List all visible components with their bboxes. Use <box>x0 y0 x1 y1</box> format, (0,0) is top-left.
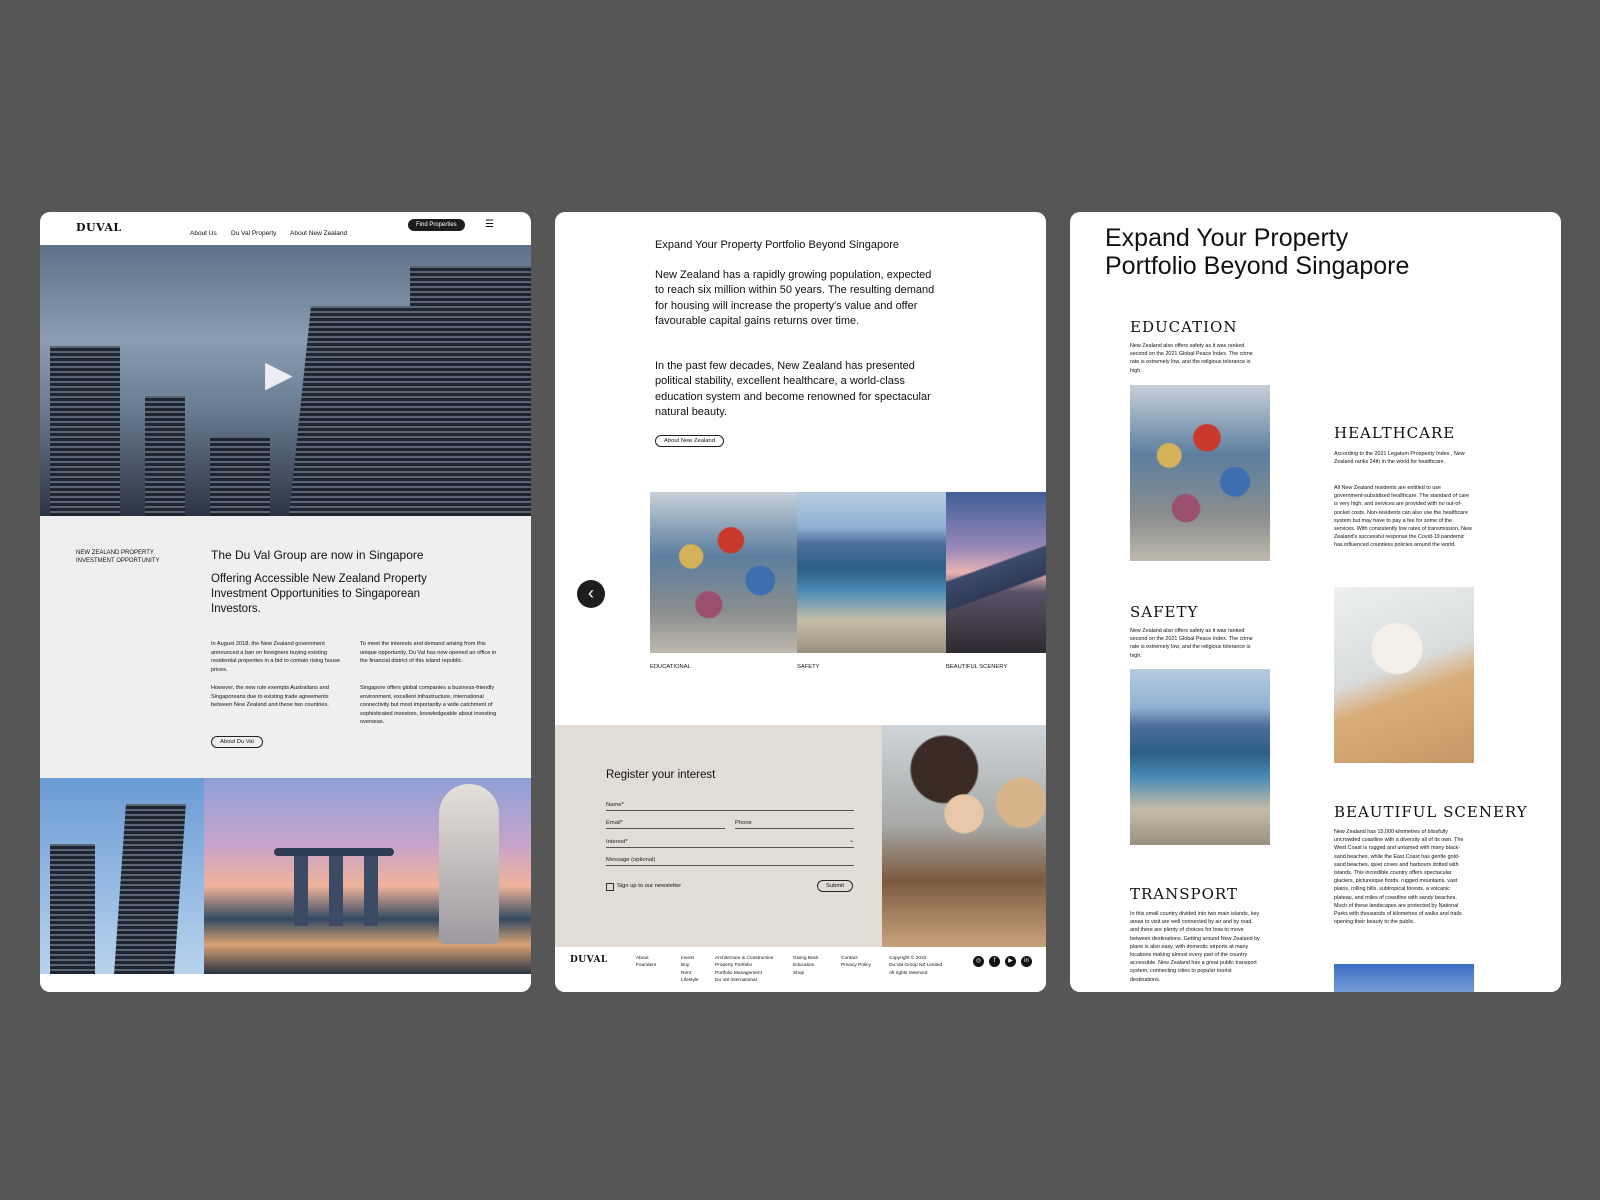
footer-col-2: Invest Buy Rent Lifestyle <box>681 955 699 985</box>
safety-text: New Zealand also offers safety as it was… <box>1130 628 1253 659</box>
menu-icon[interactable]: ☰ <box>485 220 494 230</box>
footer-link[interactable]: Education <box>793 962 819 969</box>
footer-link[interactable]: Rent <box>681 970 699 977</box>
footer-link[interactable]: Privacy Policy <box>841 962 871 969</box>
footer-link[interactable]: Lifestyle <box>681 977 699 984</box>
facebook-icon[interactable]: f <box>989 956 1000 967</box>
hero-video[interactable]: ▶ <box>40 245 531 516</box>
footer-link[interactable]: Architecture & Construction <box>715 955 773 962</box>
expand-paragraph-2: In the past few decades, New Zealand has… <box>655 360 931 418</box>
about-new-zealand-button[interactable]: About New Zealand <box>655 435 724 447</box>
newsletter-label: Sign up to our newsletter <box>617 883 682 889</box>
caption-educational: EDUCATIONAL <box>650 664 691 670</box>
homepage-panel: DUVAL About Us Du Val Property About New… <box>40 212 531 992</box>
expand-heading: Expand Your Property Portfolio Beyond Si… <box>655 239 899 251</box>
about-du-val-button[interactable]: About Du Val <box>211 736 263 748</box>
scenery-title: BEAUTIFUL SCENERY <box>1334 803 1528 821</box>
footer-link[interactable]: Founders <box>636 962 656 969</box>
footer-link[interactable]: About <box>636 955 656 962</box>
chevron-left-icon: ‹ <box>588 583 594 603</box>
phone-field[interactable]: Phone <box>735 820 854 829</box>
skyscraper-image <box>50 346 120 516</box>
categories-heading-line1: Expand Your Property <box>1105 224 1349 252</box>
expand-paragraph-1: New Zealand has a rapidly growing popula… <box>655 269 935 327</box>
merlion-statue <box>439 784 499 944</box>
intro-col1-p1: In August 2018, the New Zealand governme… <box>211 641 341 673</box>
find-properties-button[interactable]: Find Properties <box>408 219 465 231</box>
message-field[interactable]: Message (optional) <box>606 857 854 866</box>
form-title: Register your interest <box>606 769 716 781</box>
youtube-icon[interactable]: ▶ <box>1005 956 1016 967</box>
healthcare-image <box>1334 587 1474 763</box>
footer-col-4: Giving Back Education Shop <box>793 955 819 977</box>
footer-col-3: Architecture & Construction Property Por… <box>715 955 773 985</box>
intro-col2-p2: Singapore offers global companies a busi… <box>360 685 497 726</box>
register-form: Register your interest Name* Email* Phon… <box>555 725 882 947</box>
play-icon[interactable]: ▶ <box>265 353 293 395</box>
email-field[interactable]: Email* <box>606 820 725 829</box>
carousel-image-scenery[interactable] <box>946 492 1046 653</box>
duval-logo[interactable]: DUVAL <box>76 221 122 234</box>
footer-link[interactable]: Property Portfolio <box>715 962 773 969</box>
footer-copyright: Copyright © 2022 Du Val Group NZ Limited… <box>889 956 943 976</box>
main-nav: About Us <box>190 222 217 240</box>
carousel-image-safety[interactable] <box>797 492 946 653</box>
newsletter-checkbox[interactable] <box>606 883 614 891</box>
scenery-text: New Zealand has 15,000 kilometres of bli… <box>1334 829 1464 926</box>
footer-col-1: About Founders <box>636 955 656 970</box>
transport-text: In this small country divided into two m… <box>1130 911 1260 983</box>
education-image <box>1130 385 1270 561</box>
intro-title: The Du Val Group are now in Singapore <box>211 548 424 562</box>
footer: DUVAL About Founders Invest Buy Rent Lif… <box>555 947 1046 992</box>
nav-about-us[interactable]: About Us <box>190 230 217 237</box>
intro-col1-p2: However, the new rule exempts Australian… <box>211 685 329 709</box>
carousel-prev-button[interactable]: ‹ <box>577 580 605 608</box>
new-zealand-panel: Expand Your Property Portfolio Beyond Si… <box>555 212 1046 992</box>
intro-section: NEW ZEALAND PROPERTY INVESTMENT OPPORTUN… <box>40 516 531 778</box>
footer-col-5: Contact Privacy Policy <box>841 955 871 970</box>
healthcare-text-2: All New Zealand residents are entitled t… <box>1334 485 1472 549</box>
footer-link[interactable]: Invest <box>681 955 699 962</box>
transport-title: TRANSPORT <box>1130 885 1238 903</box>
singapore-towers-image <box>40 778 204 974</box>
carousel-image-educational[interactable] <box>650 492 797 653</box>
categories-heading-line2: Portfolio Beyond Singapore <box>1105 252 1410 280</box>
caption-beautiful-scenery: BEAUTIFUL SCENERY <box>946 664 1008 670</box>
footer-link[interactable]: Shop <box>793 970 819 977</box>
interest-select[interactable]: Interest* ⌄ <box>606 838 854 848</box>
intro-col2-p1: To meet the interests and demand arising… <box>360 641 497 665</box>
safety-title: SAFETY <box>1130 603 1199 621</box>
linkedin-icon[interactable]: in <box>1021 956 1032 967</box>
footer-link[interactable]: Du Val International <box>715 977 773 984</box>
chevron-down-icon: ⌄ <box>849 838 854 844</box>
scenery-image <box>1334 964 1474 992</box>
healthcare-title: HEALTHCARE <box>1334 424 1456 442</box>
footer-logo[interactable]: DUVAL <box>570 955 608 965</box>
intro-eyebrow: NEW ZEALAND PROPERTY INVESTMENT OPPORTUN… <box>76 550 160 564</box>
nav-about-new-zealand[interactable]: About New Zealand <box>290 230 347 237</box>
healthcare-text-1: According to the 2021 Legatum Prosperity… <box>1334 451 1465 466</box>
caption-safety: SAFETY <box>797 664 820 670</box>
categories-panel: Expand Your Property Portfolio Beyond Si… <box>1070 212 1561 992</box>
friends-laughing-image <box>882 725 1046 947</box>
education-title: EDUCATION <box>1130 318 1238 336</box>
name-field[interactable]: Name* <box>606 802 854 811</box>
footer-link[interactable]: Contact <box>841 955 871 962</box>
nav-du-val-property[interactable]: Du Val Property <box>231 230 276 237</box>
submit-button[interactable]: Submit <box>817 880 854 892</box>
footer-link[interactable]: Giving Back <box>793 955 819 962</box>
education-text: New Zealand also offers safety as it was… <box>1130 343 1253 374</box>
safety-image <box>1130 669 1270 845</box>
intro-subtitle: Offering Accessible New Zealand Property… <box>211 573 427 615</box>
footer-link[interactable]: Portfolio Management <box>715 970 773 977</box>
instagram-icon[interactable]: ◎ <box>973 956 984 967</box>
marina-bay-image <box>204 778 531 974</box>
footer-link[interactable]: Buy <box>681 962 699 969</box>
